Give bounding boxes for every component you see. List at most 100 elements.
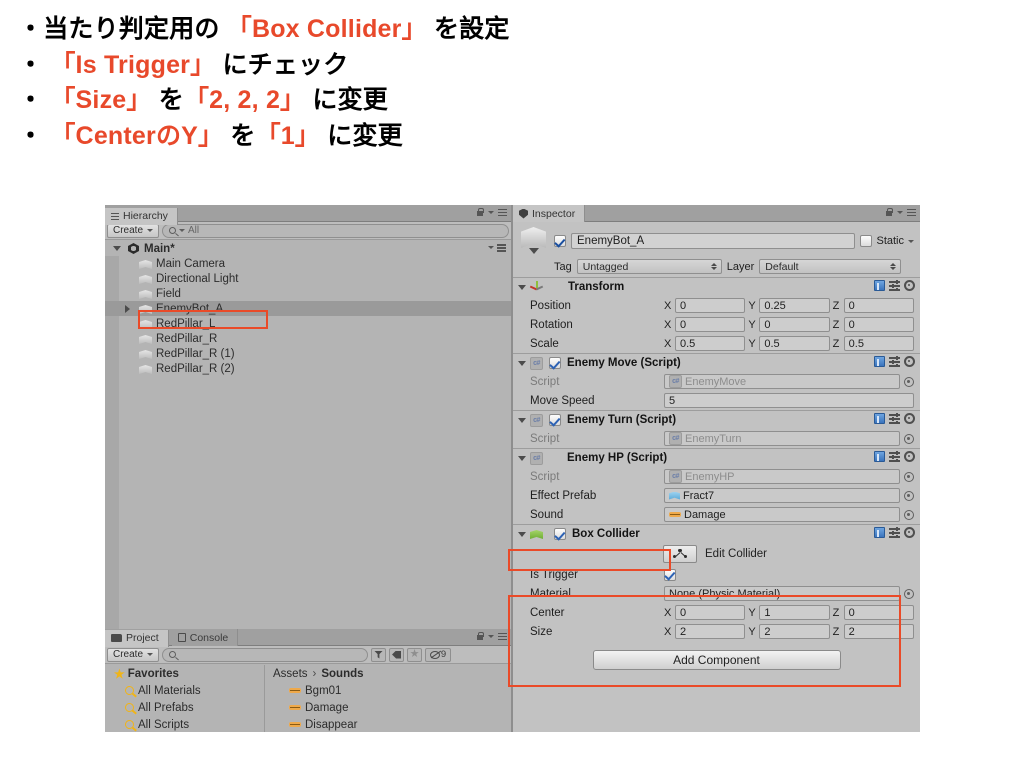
- object-picker-icon[interactable]: [904, 509, 914, 520]
- project-search-input[interactable]: [162, 647, 369, 662]
- preset-sliders-icon[interactable]: [889, 356, 900, 367]
- asset-item[interactable]: Damage: [265, 699, 511, 716]
- axis-input-y[interactable]: 2: [759, 624, 830, 639]
- component-header[interactable]: c# Enemy HP (Script): [513, 449, 920, 467]
- is-trigger-checkbox[interactable]: [664, 568, 676, 581]
- axis-input-y[interactable]: 0.5: [759, 336, 830, 351]
- add-component-button[interactable]: Add Component: [592, 650, 841, 670]
- object-picker-icon[interactable]: [904, 471, 914, 482]
- preset-sliders-icon[interactable]: [889, 413, 900, 424]
- scene-row-menu[interactable]: [488, 244, 506, 252]
- component-enabled-checkbox[interactable]: [549, 357, 561, 369]
- axis-input-z[interactable]: 0: [843, 298, 914, 313]
- chevron-down-icon[interactable]: [518, 531, 526, 537]
- gear-icon[interactable]: [904, 527, 915, 538]
- gear-icon[interactable]: [904, 280, 915, 291]
- filter-by-type-icon[interactable]: [371, 647, 387, 662]
- axis-input-x[interactable]: 0: [675, 317, 746, 332]
- favorites-group-header[interactable]: ★ Favorites: [105, 665, 264, 682]
- preset-sliders-icon[interactable]: [889, 451, 900, 462]
- favorite-item[interactable]: All Scripts: [105, 716, 264, 732]
- object-picker-icon[interactable]: [904, 376, 914, 387]
- object-reference-field[interactable]: c# EnemyHP: [664, 469, 900, 484]
- component-enabled-checkbox[interactable]: [549, 414, 561, 426]
- panel-menu-icon[interactable]: [498, 208, 507, 217]
- panel-menu-icon[interactable]: [907, 208, 916, 217]
- static-dropdown-chevron-icon[interactable]: [908, 239, 914, 243]
- hidden-items-icon[interactable]: 9: [425, 647, 452, 662]
- axis-input-x[interactable]: 0: [675, 298, 746, 313]
- static-checkbox[interactable]: [860, 235, 873, 247]
- axis-input-z[interactable]: 0: [843, 605, 914, 620]
- object-reference-field[interactable]: c# EnemyTurn: [664, 431, 900, 446]
- chevron-down-icon[interactable]: [518, 360, 526, 366]
- tab-inspector[interactable]: Inspector: [513, 205, 586, 222]
- lock-icon[interactable]: [476, 632, 484, 641]
- component-header[interactable]: c# Enemy Move (Script): [513, 354, 920, 372]
- axis-input-x[interactable]: 0.5: [675, 336, 746, 351]
- hierarchy-item[interactable]: RedPillar_L: [105, 316, 511, 331]
- edit-collider-button[interactable]: [663, 545, 697, 563]
- help-book-icon[interactable]: [874, 280, 885, 291]
- tab-console[interactable]: Console: [171, 629, 239, 646]
- hierarchy-item[interactable]: RedPillar_R (1): [105, 346, 511, 361]
- component-enabled-checkbox[interactable]: [554, 528, 566, 540]
- object-reference-field[interactable]: Fract7: [664, 488, 900, 503]
- hierarchy-item[interactable]: RedPillar_R (2): [105, 361, 511, 376]
- breadcrumb-segment[interactable]: Assets: [273, 668, 308, 680]
- layer-dropdown[interactable]: Default: [759, 259, 902, 274]
- chevron-down-icon[interactable]: [488, 211, 494, 214]
- hierarchy-item[interactable]: Main Camera: [105, 256, 511, 271]
- favorite-item[interactable]: All Materials: [105, 682, 264, 699]
- preset-sliders-icon[interactable]: [889, 280, 900, 291]
- gear-icon[interactable]: [904, 356, 915, 367]
- hierarchy-scene-root[interactable]: Main*: [105, 241, 511, 256]
- axis-input-x[interactable]: 2: [675, 624, 746, 639]
- asset-item[interactable]: Disappear: [265, 716, 511, 732]
- hierarchy-search-input[interactable]: All: [162, 223, 509, 238]
- asset-item[interactable]: Bgm01: [265, 682, 511, 699]
- gear-icon[interactable]: [904, 413, 915, 424]
- favorite-item[interactable]: All Prefabs: [105, 699, 264, 716]
- chevron-down-icon[interactable]: [113, 246, 121, 251]
- help-book-icon[interactable]: [874, 527, 885, 538]
- object-reference-field[interactable]: Damage: [664, 507, 900, 522]
- axis-input-y[interactable]: 1: [759, 605, 830, 620]
- chevron-right-icon[interactable]: [125, 305, 130, 313]
- component-header[interactable]: Box Collider: [513, 525, 920, 543]
- project-create-button[interactable]: Create: [107, 647, 160, 662]
- axis-input-z[interactable]: 0.5: [843, 336, 914, 351]
- hierarchy-item[interactable]: RedPillar_R: [105, 331, 511, 346]
- hierarchy-item[interactable]: EnemyBot_A: [105, 301, 511, 316]
- tag-dropdown[interactable]: Untagged: [576, 259, 722, 274]
- axis-input-y[interactable]: 0.25: [759, 298, 830, 313]
- tab-hierarchy[interactable]: Hierarchy: [105, 207, 178, 225]
- panel-menu-icon[interactable]: [498, 632, 507, 641]
- component-header[interactable]: c# Enemy Turn (Script): [513, 411, 920, 429]
- object-picker-icon[interactable]: [904, 490, 914, 501]
- component-header[interactable]: Transform: [513, 278, 920, 296]
- object-reference-field[interactable]: None (Physic Material): [664, 586, 900, 601]
- hierarchy-create-button[interactable]: Create: [107, 223, 160, 238]
- axis-input-y[interactable]: 0: [759, 317, 830, 332]
- axis-input-z[interactable]: 0: [843, 317, 914, 332]
- chevron-down-icon[interactable]: [518, 455, 526, 461]
- chevron-down-icon[interactable]: [518, 417, 526, 423]
- gameobject-name-input[interactable]: EnemyBot_A: [571, 233, 856, 249]
- lock-icon[interactable]: [885, 208, 893, 217]
- object-picker-icon[interactable]: [904, 588, 914, 599]
- tab-project[interactable]: Project: [105, 629, 169, 647]
- object-picker-icon[interactable]: [904, 433, 914, 444]
- property-input[interactable]: 5: [664, 393, 914, 408]
- help-book-icon[interactable]: [874, 451, 885, 462]
- help-book-icon[interactable]: [874, 356, 885, 367]
- chevron-down-icon[interactable]: [488, 635, 494, 638]
- hierarchy-item[interactable]: Field: [105, 286, 511, 301]
- axis-input-x[interactable]: 0: [675, 605, 746, 620]
- chevron-down-icon[interactable]: [518, 284, 526, 290]
- gear-icon[interactable]: [904, 451, 915, 462]
- gameobject-enabled-checkbox[interactable]: [554, 235, 566, 247]
- favorite-star-icon[interactable]: ★: [407, 647, 423, 662]
- filter-by-label-icon[interactable]: [389, 647, 405, 662]
- axis-input-z[interactable]: 2: [843, 624, 914, 639]
